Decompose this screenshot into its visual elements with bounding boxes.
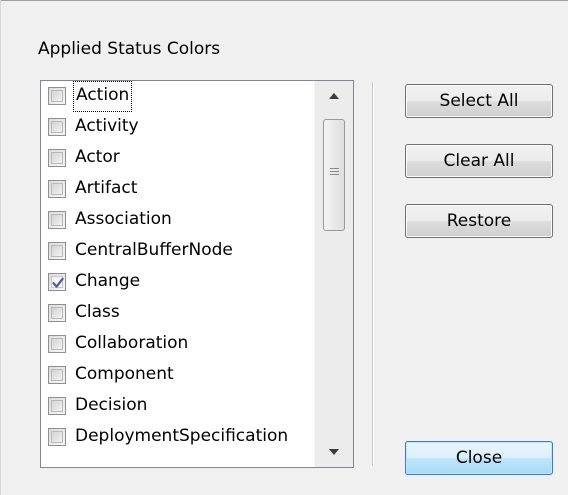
list-item[interactable]: DeploymentSpecification: [41, 422, 315, 453]
window-top-border: [0, 0, 568, 1]
list-item[interactable]: Component: [41, 360, 315, 391]
scrollbar-thumb[interactable]: [323, 119, 345, 231]
list-item-label: Actor: [75, 147, 120, 167]
status-color-checklist[interactable]: Action Activity Actor Artifact Associati…: [40, 80, 354, 468]
checkbox[interactable]: [48, 397, 66, 415]
list-items: Action Activity Actor Artifact Associati…: [41, 81, 315, 453]
list-item-label: Action: [73, 81, 133, 112]
checkbox[interactable]: [48, 304, 66, 322]
list-item[interactable]: Actor: [41, 143, 315, 174]
arrow-up-icon: [329, 93, 339, 99]
vertical-scrollbar[interactable]: [314, 81, 353, 467]
checkbox[interactable]: [48, 428, 66, 446]
checkbox[interactable]: [48, 242, 66, 260]
list-item[interactable]: Artifact: [41, 174, 315, 205]
checkbox[interactable]: [48, 211, 66, 229]
list-item-label: Collaboration: [75, 333, 189, 353]
scroll-up-button[interactable]: [315, 81, 353, 111]
checkbox[interactable]: [48, 118, 66, 136]
checkbox[interactable]: [48, 366, 66, 384]
checkmark-icon: [52, 277, 64, 288]
list-item-label: Activity: [75, 116, 139, 136]
checkbox-checked[interactable]: [48, 273, 66, 291]
list-item[interactable]: Association: [41, 205, 315, 236]
checkbox[interactable]: [48, 335, 66, 353]
list-item[interactable]: Collaboration: [41, 329, 315, 360]
list-item-label: Class: [75, 302, 120, 322]
list-item[interactable]: Activity: [41, 112, 315, 143]
checkbox[interactable]: [48, 180, 66, 198]
group-title: Applied Status Colors: [38, 39, 221, 59]
grip-icon: [330, 168, 339, 177]
checkbox[interactable]: [48, 149, 66, 167]
list-item[interactable]: Class: [41, 298, 315, 329]
select-all-button[interactable]: Select All: [405, 84, 553, 118]
vertical-separator: [372, 82, 374, 466]
list-item[interactable]: Action: [41, 81, 315, 112]
close-button[interactable]: Close: [405, 441, 553, 475]
list-item[interactable]: CentralBufferNode: [41, 236, 315, 267]
list-item-label: DeploymentSpecification: [75, 426, 289, 446]
list-item-label: Decision: [75, 395, 148, 415]
window-left-border: [0, 0, 1, 495]
list-item-label: Component: [75, 364, 174, 384]
arrow-down-icon: [329, 449, 339, 455]
list-item[interactable]: Change: [41, 267, 315, 298]
clear-all-button[interactable]: Clear All: [405, 144, 553, 178]
list-item-label: Association: [75, 209, 172, 229]
restore-button[interactable]: Restore: [405, 204, 553, 238]
list-item-label: CentralBufferNode: [75, 240, 233, 260]
list-item-label: Change: [75, 271, 141, 291]
scroll-down-button[interactable]: [315, 437, 353, 467]
list-item-label: Artifact: [75, 178, 138, 198]
checkbox[interactable]: [48, 87, 66, 105]
list-item[interactable]: Decision: [41, 391, 315, 422]
